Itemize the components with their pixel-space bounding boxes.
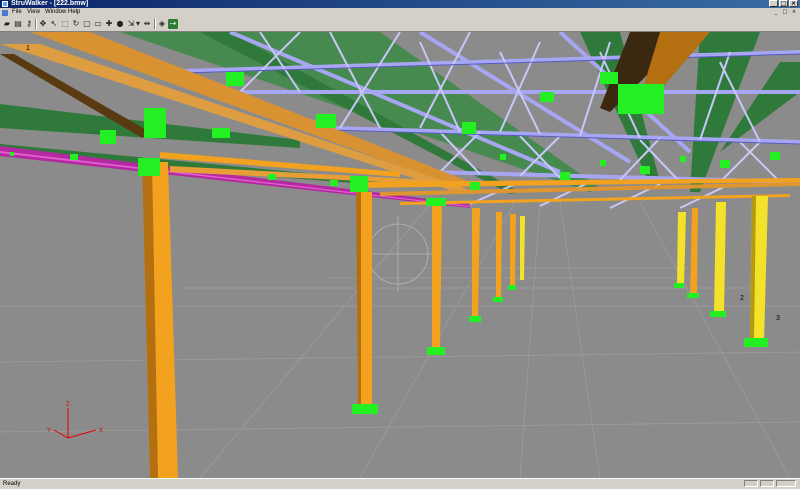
axis-y-label: Y <box>47 428 51 434</box>
menu-window[interactable]: Window <box>44 8 67 17</box>
columns <box>142 162 768 478</box>
status-pane-1 <box>744 480 758 487</box>
app-icon <box>2 1 8 7</box>
status-bar: Ready <box>0 478 800 489</box>
window-controls: _ □ × <box>769 0 798 8</box>
menu-help[interactable]: Help <box>67 8 81 17</box>
open-icon[interactable]: ▰ <box>2 19 12 29</box>
window-title: StruWalker - [222.bmw] <box>11 0 89 7</box>
gridline-label-3: 3 <box>776 315 780 322</box>
gridline-label-2: 2 <box>740 295 744 302</box>
axis-triad: Z X Y <box>47 402 103 439</box>
key-icon[interactable]: ⚷ <box>24 19 34 29</box>
document-icon[interactable] <box>2 10 8 16</box>
title-bar: StruWalker - [222.bmw] _ □ × <box>0 0 800 8</box>
status-pane-2 <box>760 480 774 487</box>
print-icon[interactable]: ▤ <box>13 19 23 29</box>
column-c1 <box>432 204 442 350</box>
doc-minimize-button[interactable]: _ <box>772 9 780 15</box>
select-icon[interactable]: ↖ <box>49 19 59 29</box>
menu-bar: File View Window Help _ □ × <box>0 8 800 17</box>
menu-view[interactable]: View <box>26 8 41 17</box>
column-a2 <box>677 212 686 286</box>
axis-z-label: Z <box>66 402 70 408</box>
column-c2 <box>714 202 726 314</box>
doc-close-button[interactable]: × <box>790 9 798 15</box>
column-e1 <box>496 212 502 300</box>
maximize-button[interactable]: □ <box>779 0 788 7</box>
minimize-button[interactable]: _ <box>769 0 778 7</box>
rotate-icon[interactable]: ↻ <box>71 19 81 29</box>
menu-file[interactable]: File <box>11 8 23 17</box>
document-window-controls: _ □ × <box>772 9 798 15</box>
measure-icon[interactable]: ⇹ <box>142 19 152 29</box>
column-b2 <box>690 208 698 296</box>
toolbar: ▰ ▤ ⚷ ✥ ↖ ⬚ ↻ ▢ ▭ ✚ ● ⇲ ▾ ⇹ ◈ ⇢ <box>0 17 800 32</box>
view-icon[interactable]: ▭ <box>93 19 103 29</box>
walk-icon[interactable]: ✚ <box>104 19 114 29</box>
axis-x-label: X <box>99 428 103 434</box>
zoom-window-icon[interactable]: ⬚ <box>60 19 70 29</box>
dropdown-icon[interactable]: ▾ <box>135 19 141 29</box>
close-button[interactable]: × <box>789 0 798 7</box>
move-icon[interactable]: ✥ <box>38 19 48 29</box>
walker-icon[interactable]: ⇢ <box>168 19 178 29</box>
doc-restore-button[interactable]: □ <box>781 9 789 15</box>
structure-viewport[interactable]: 1 2 3 Z X Y <box>0 32 800 478</box>
base-plates <box>352 283 768 414</box>
gridline-label-1: 1 <box>26 45 30 52</box>
status-pane-3 <box>776 480 796 487</box>
box-icon[interactable]: ▢ <box>82 19 92 29</box>
column-g1 <box>520 216 525 280</box>
eraser-icon[interactable]: ◈ <box>157 19 167 29</box>
sphere-icon[interactable]: ● <box>115 19 125 29</box>
column-f1 <box>510 214 516 288</box>
column-d1 <box>472 208 480 318</box>
structure-3d-view: 1 2 3 Z X Y <box>0 32 800 478</box>
